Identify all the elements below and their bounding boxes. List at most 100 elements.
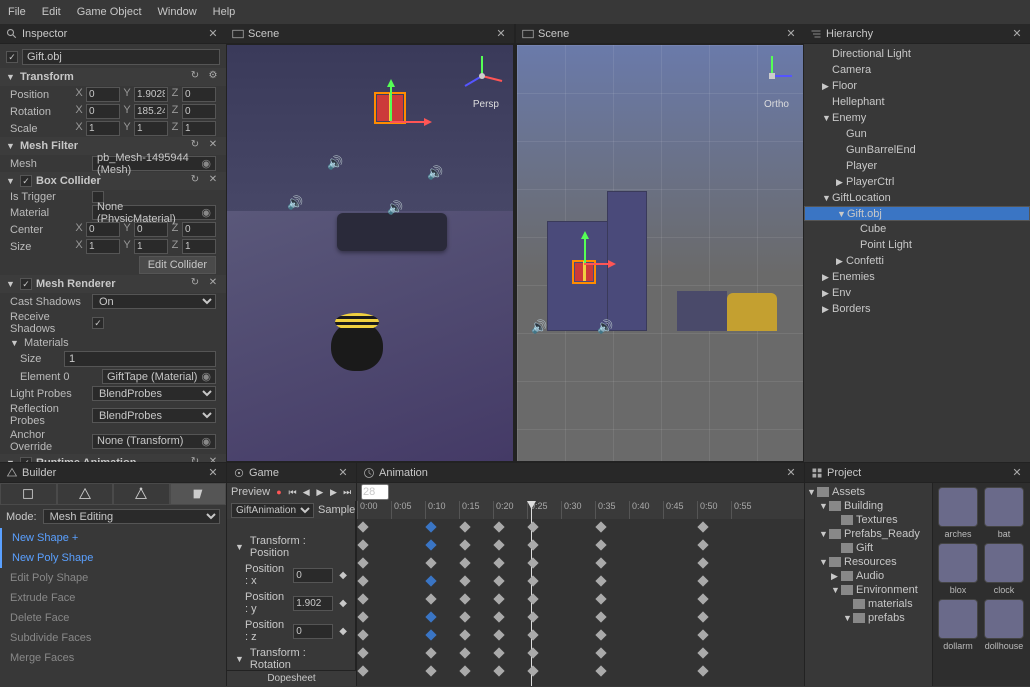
- scale-z[interactable]: [182, 121, 216, 136]
- keyframe[interactable]: [527, 521, 538, 532]
- gift-object[interactable]: [377, 95, 403, 121]
- game-tab[interactable]: Game: [249, 467, 332, 479]
- rot-x[interactable]: [86, 104, 120, 119]
- keyframe[interactable]: [425, 629, 436, 640]
- keyframe[interactable]: [595, 539, 606, 550]
- keyframe[interactable]: [493, 647, 504, 658]
- keyframe[interactable]: [595, 647, 606, 658]
- builder-item[interactable]: Delete Face: [0, 608, 226, 628]
- mode-select[interactable]: Mesh Editing: [43, 509, 220, 524]
- keyframe[interactable]: [425, 647, 436, 658]
- project-tree-item[interactable]: ▼Resources: [805, 555, 932, 569]
- keyframe[interactable]: [459, 539, 470, 550]
- keyframe[interactable]: [697, 593, 708, 604]
- keyframe[interactable]: [459, 665, 470, 676]
- keyframe[interactable]: [527, 647, 538, 658]
- project-tree-item[interactable]: Gift: [805, 541, 932, 555]
- anim-track[interactable]: Position : x◆: [227, 561, 355, 589]
- tool-object[interactable]: [0, 483, 57, 505]
- keyframe[interactable]: [595, 575, 606, 586]
- keyframe[interactable]: [425, 557, 436, 568]
- close-icon[interactable]: ✕: [784, 27, 798, 40]
- keyframe[interactable]: [493, 665, 504, 676]
- keyframe[interactable]: [595, 557, 606, 568]
- pos-z[interactable]: [182, 87, 216, 102]
- keyframe[interactable]: [697, 557, 708, 568]
- project-asset[interactable]: clock: [983, 543, 1025, 595]
- project-tree-item[interactable]: ▼Building: [805, 499, 932, 513]
- anchor-field[interactable]: None (Transform)◉: [92, 434, 216, 449]
- keyframe[interactable]: [697, 647, 708, 658]
- project-asset[interactable]: dollarm: [937, 599, 979, 651]
- dopesheet-tab[interactable]: Dopesheet: [227, 670, 356, 686]
- animation-tab[interactable]: Animation: [379, 467, 780, 479]
- collider-material-field[interactable]: None (PhysicMaterial)◉: [92, 205, 216, 220]
- clip-select[interactable]: GiftAnimation: [231, 503, 314, 518]
- keyframe[interactable]: [595, 611, 606, 622]
- reflectionprobes-select[interactable]: BlendProbes: [92, 408, 216, 423]
- keyframe[interactable]: [357, 647, 368, 658]
- project-asset[interactable]: dollhouse: [983, 599, 1025, 651]
- reset-icon[interactable]: ↻: [188, 70, 202, 84]
- keyframe[interactable]: [595, 665, 606, 676]
- prev-frame-button[interactable]: ◀: [301, 485, 311, 499]
- project-tree-item[interactable]: ▼Prefabs_Ready: [805, 527, 932, 541]
- scale-y[interactable]: [134, 121, 168, 136]
- keyframe[interactable]: [425, 665, 436, 676]
- close-icon[interactable]: ✕: [336, 466, 350, 479]
- hierarchy-item[interactable]: ▶Confetti: [804, 253, 1030, 269]
- timeline[interactable]: 0:000:050:100:150:200:250:300:350:400:45…: [357, 501, 804, 686]
- close-icon[interactable]: ✕: [494, 27, 508, 40]
- scene-tab[interactable]: Scene: [248, 28, 490, 40]
- keyframe[interactable]: [425, 593, 436, 604]
- hierarchy-item[interactable]: ▶Floor: [804, 78, 1030, 94]
- keyframe[interactable]: [425, 611, 436, 622]
- keyframe[interactable]: [527, 539, 538, 550]
- keyframe[interactable]: [459, 593, 470, 604]
- hierarchy-item[interactable]: ▶Env: [804, 285, 1030, 301]
- remove-icon[interactable]: ✕: [206, 277, 220, 291]
- project-asset[interactable]: arches: [937, 487, 979, 539]
- reset-icon[interactable]: ↻: [188, 277, 202, 291]
- keyframe[interactable]: [697, 575, 708, 586]
- close-icon[interactable]: ✕: [1010, 27, 1024, 40]
- builder-item[interactable]: New Shape +: [0, 528, 226, 548]
- project-tree-item[interactable]: ▶Audio: [805, 569, 932, 583]
- gift-object[interactable]: [575, 263, 593, 281]
- anim-track[interactable]: Position : y◆: [227, 589, 355, 617]
- project-asset[interactable]: bat: [983, 487, 1025, 539]
- runtimeanim-header[interactable]: ▼✓Runtime Animation ↻✕: [0, 454, 226, 462]
- hierarchy-item[interactable]: ▶PlayerCtrl: [804, 174, 1030, 190]
- first-frame-button[interactable]: ⏮: [288, 485, 298, 499]
- project-tree-item[interactable]: ▼Environment: [805, 583, 932, 597]
- axis-gizmo[interactable]: [457, 51, 507, 101]
- pos-y[interactable]: [134, 87, 168, 102]
- keyframe[interactable]: [527, 575, 538, 586]
- axis-gizmo[interactable]: [747, 51, 797, 101]
- hierarchy-item[interactable]: ▼Gift.obj: [804, 206, 1030, 221]
- keyframe[interactable]: [493, 557, 504, 568]
- transform-header[interactable]: ▼ Transform ↻ ⚙: [0, 68, 226, 86]
- remove-icon[interactable]: ✕: [206, 174, 220, 188]
- keyframe[interactable]: [697, 539, 708, 550]
- tool-vertex[interactable]: [57, 483, 114, 505]
- menu-edit[interactable]: Edit: [42, 6, 61, 18]
- mesh-field[interactable]: pb_Mesh-1495944 (Mesh)◉: [92, 156, 216, 171]
- builder-item[interactable]: Extrude Face: [0, 588, 226, 608]
- close-icon[interactable]: ✕: [1010, 466, 1024, 479]
- scene-view-ortho[interactable]: 🔊 🔊 Ortho: [516, 44, 804, 462]
- boxcollider-header[interactable]: ▼✓Box Collider ↻✕: [0, 172, 226, 190]
- hierarchy-item[interactable]: Gun: [804, 126, 1030, 142]
- menu-gameobject[interactable]: Game Object: [77, 6, 142, 18]
- hierarchy-item[interactable]: Player: [804, 158, 1030, 174]
- anim-track[interactable]: ▼Transform : Rotation: [227, 645, 355, 670]
- menu-help[interactable]: Help: [213, 6, 236, 18]
- keyframe[interactable]: [595, 521, 606, 532]
- keyframe[interactable]: [697, 629, 708, 640]
- keyframe[interactable]: [357, 557, 368, 568]
- keyframe[interactable]: [357, 521, 368, 532]
- keyframe[interactable]: [527, 665, 538, 676]
- hierarchy-item[interactable]: ▼GiftLocation: [804, 190, 1030, 206]
- scene-tab[interactable]: Scene: [538, 28, 780, 40]
- project-tree-item[interactable]: materials: [805, 597, 932, 611]
